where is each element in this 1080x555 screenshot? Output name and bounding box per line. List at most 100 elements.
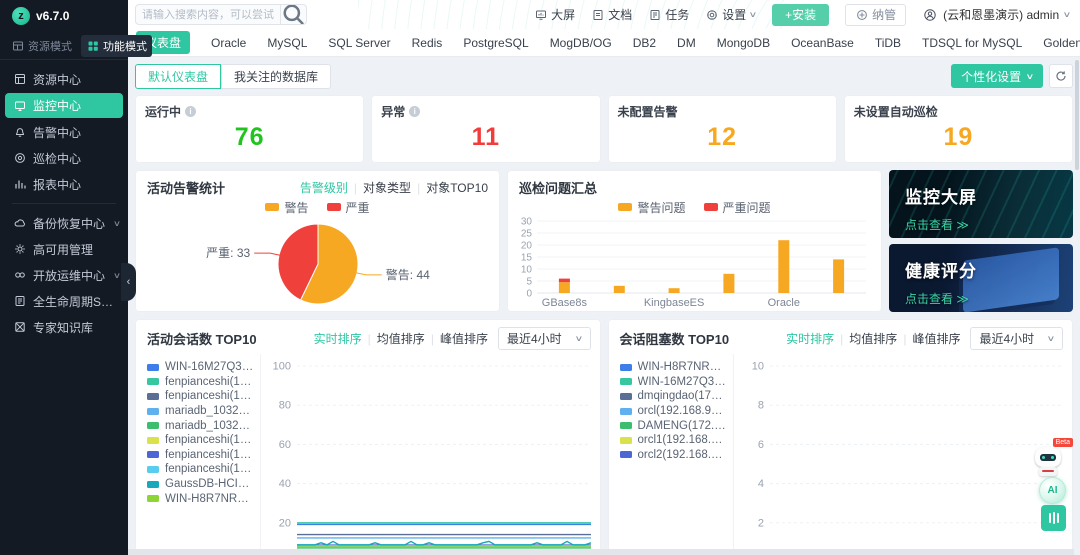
legend-item[interactable]: fenpianceshi(19... — [147, 462, 254, 477]
db-tab-OceanBase[interactable]: OceanBase — [791, 36, 854, 50]
legend-item[interactable]: orcl1(192.168.99... — [620, 433, 727, 448]
bar-legend-item[interactable]: 警告问题 — [618, 199, 685, 216]
stat-card-运行中[interactable]: 运行中i76 — [135, 95, 364, 163]
user-menu[interactable]: (云和恩墨演示) admin ∨ — [922, 6, 1070, 23]
ai-assistant-button[interactable]: AI — [1039, 477, 1066, 504]
pie-legend-item[interactable]: 警告 — [265, 199, 308, 216]
ai-robot-mascot[interactable]: Beta — [1031, 443, 1067, 477]
banner-link[interactable]: 点击查看 ≫ — [905, 216, 969, 233]
topbar-menu-文档[interactable]: 文档 — [591, 6, 632, 23]
sort-tab-峰值排序[interactable]: 峰值排序 — [912, 330, 960, 347]
legend-swatch-icon — [620, 422, 632, 429]
dashboard-tab[interactable]: 我关注的数据库 — [221, 64, 331, 89]
alert-tab-告警级别[interactable]: 告警级别 — [300, 179, 348, 196]
legend-item[interactable]: GaussDB-HCIE(1... — [147, 477, 254, 492]
stat-card-label: 未设置自动巡检 — [854, 103, 1063, 120]
dashboard-tab[interactable]: 默认仪表盘 — [135, 64, 221, 89]
sort-tab-均值排序[interactable]: 均值排序 — [849, 330, 897, 347]
db-tab-MySQL[interactable]: MySQL — [267, 36, 307, 50]
legend-item[interactable]: fenpianceshi(19... — [147, 448, 254, 463]
db-tab-PostgreSQL[interactable]: PostgreSQL — [463, 36, 528, 50]
sidebar-item-monitor-center[interactable]: 监控中心 — [5, 93, 123, 118]
db-tab-TDSQL for MySQL[interactable]: TDSQL for MySQL — [922, 36, 1022, 50]
legend-item[interactable]: fenpianceshi(19... — [147, 433, 254, 448]
legend-swatch-icon — [147, 393, 159, 400]
banner-健康评分[interactable]: 健康评分点击查看 ≫ — [889, 244, 1073, 312]
session-card-blocked-sessions: 会话阻塞数 TOP10实时排序|均值排序|峰值排序最近4小时∨WIN-H8R7N… — [608, 319, 1074, 555]
db-tab-SQL Server[interactable]: SQL Server — [328, 36, 390, 50]
legend-item[interactable]: DAMENG(172.20... — [620, 418, 727, 433]
sort-tab-实时排序[interactable]: 实时排序 — [314, 330, 362, 347]
topbar-menu-任务[interactable]: 任务 — [648, 6, 689, 23]
sidebar-item-report-center[interactable]: 报表中心 — [0, 171, 128, 197]
db-tab-Oracle[interactable]: Oracle — [211, 36, 246, 50]
legend-item[interactable]: dmqingdao(172.... — [620, 389, 727, 404]
sort-tab-实时排序[interactable]: 实时排序 — [786, 330, 834, 347]
stat-card-异常[interactable]: 异常i11 — [371, 95, 600, 163]
manage-button[interactable]: 纳管 — [845, 4, 906, 26]
stat-label-text: 未配置告警 — [618, 103, 678, 120]
alert-tab-对象类型[interactable]: 对象类型 — [363, 179, 411, 196]
banner-监控大屏[interactable]: 监控大屏点击查看 ≫ — [889, 170, 1073, 238]
mode-item-resource[interactable]: 资源模式 — [6, 35, 77, 57]
side-toolbar-button[interactable] — [1041, 505, 1066, 531]
sidebar-item-sql-audit[interactable]: 全生命周期SQL审核 — [0, 288, 128, 314]
sidebar-collapse-handle[interactable]: ‹ — [121, 263, 136, 301]
sidebar-item-alert-center[interactable]: 告警中心 — [0, 119, 128, 145]
sort-tab-均值排序[interactable]: 均值排序 — [377, 330, 425, 347]
line-chart: 10080604020 — [261, 354, 601, 555]
sidebar-item-knowledge-base[interactable]: 专家知识库 — [0, 314, 128, 340]
time-range-select[interactable]: 最近4小时∨ — [970, 327, 1063, 350]
db-tab-DM[interactable]: DM — [677, 36, 696, 50]
personalize-settings-button[interactable]: 个性化设置 ∨ — [951, 64, 1043, 88]
sidebar-item-inspection-center[interactable]: 巡检中心 — [0, 145, 128, 171]
tab-separator: | — [431, 332, 434, 346]
alert-tab-对象TOP10[interactable]: 对象TOP10 — [426, 179, 488, 196]
legend-item[interactable]: mariadb_10324(1... — [147, 404, 254, 419]
chevron-down-icon: ∨ — [574, 334, 583, 343]
db-tab-MongoDB[interactable]: MongoDB — [717, 36, 770, 50]
chevron-down-icon: ∨ — [113, 219, 121, 228]
alert-pie-chart: 警告: 44严重: 33 — [135, 215, 500, 309]
install-button[interactable]: +安装 — [772, 4, 829, 26]
stat-card-未设置自动巡检[interactable]: 未设置自动巡检19 — [844, 95, 1073, 163]
topbar-menu-设置[interactable]: 设置∨ — [705, 6, 756, 23]
stat-card-未配置告警[interactable]: 未配置告警12 — [608, 95, 837, 163]
knowledge-base-icon — [13, 321, 26, 334]
time-range-select[interactable]: 最近4小时∨ — [498, 327, 591, 350]
vertical-scrollbar[interactable] — [1075, 60, 1079, 170]
legend-item[interactable]: WIN-16M27Q3E... — [620, 375, 727, 390]
mid-row: 活动告警统计 告警级别|对象类型|对象TOP10 警告严重 警告: 44严重: … — [135, 170, 1073, 312]
legend-item[interactable]: fenpianceshi(19... — [147, 375, 254, 390]
horizontal-scrollbar[interactable] — [128, 549, 1074, 555]
refresh-button[interactable] — [1049, 64, 1073, 88]
pie-legend-item[interactable]: 严重 — [327, 199, 370, 216]
legend-item[interactable]: orcl2(192.168.99... — [620, 448, 727, 463]
sidebar-item-high-availability[interactable]: 高可用管理 — [0, 236, 128, 262]
bar-legend-item[interactable]: 严重问题 — [704, 199, 771, 216]
sort-tab-峰值排序[interactable]: 峰值排序 — [440, 330, 488, 347]
db-tab-MogDB/OG[interactable]: MogDB/OG — [550, 36, 612, 50]
svg-text:100: 100 — [273, 361, 291, 373]
sidebar-item-backup-restore[interactable]: 备份恢复中心∨ — [0, 210, 128, 236]
topbar-menu-大屏[interactable]: 大屏 — [534, 6, 575, 23]
banner-link[interactable]: 点击查看 ≫ — [905, 290, 969, 307]
search-input[interactable] — [136, 9, 280, 21]
db-tab-GoldenDB[interactable]: GoldenDB — [1043, 36, 1080, 50]
sidebar-item-open-ops[interactable]: 开放运维中心∨ — [0, 262, 128, 288]
sidebar-item-resource-center[interactable]: 资源中心 — [0, 66, 128, 92]
legend-swatch-icon — [618, 203, 632, 211]
db-tab-Redis[interactable]: Redis — [412, 36, 443, 50]
db-tab-TiDB[interactable]: TiDB — [875, 36, 901, 50]
session-card-title: 会话阻塞数 TOP10 — [620, 329, 730, 348]
legend-item[interactable]: orcl(192.168.99.... — [620, 404, 727, 419]
legend-item[interactable]: WIN-H8R7NRJ8... — [620, 360, 727, 375]
mode-item-function[interactable]: 功能模式 — [81, 35, 152, 57]
legend-item[interactable]: WIN-16M27Q3E... — [147, 360, 254, 375]
search-icon[interactable] — [280, 5, 306, 24]
legend-item[interactable]: fenpianceshi(19... — [147, 389, 254, 404]
db-tab-DB2[interactable]: DB2 — [633, 36, 656, 50]
legend-item[interactable]: WIN-H8R7NRJ8... — [147, 491, 254, 506]
legend-item[interactable]: mariadb_10324(1... — [147, 418, 254, 433]
sidebar-nav: 资源中心监控中心告警中心巡检中心报表中心备份恢复中心∨高可用管理开放运维中心∨全… — [0, 60, 128, 340]
